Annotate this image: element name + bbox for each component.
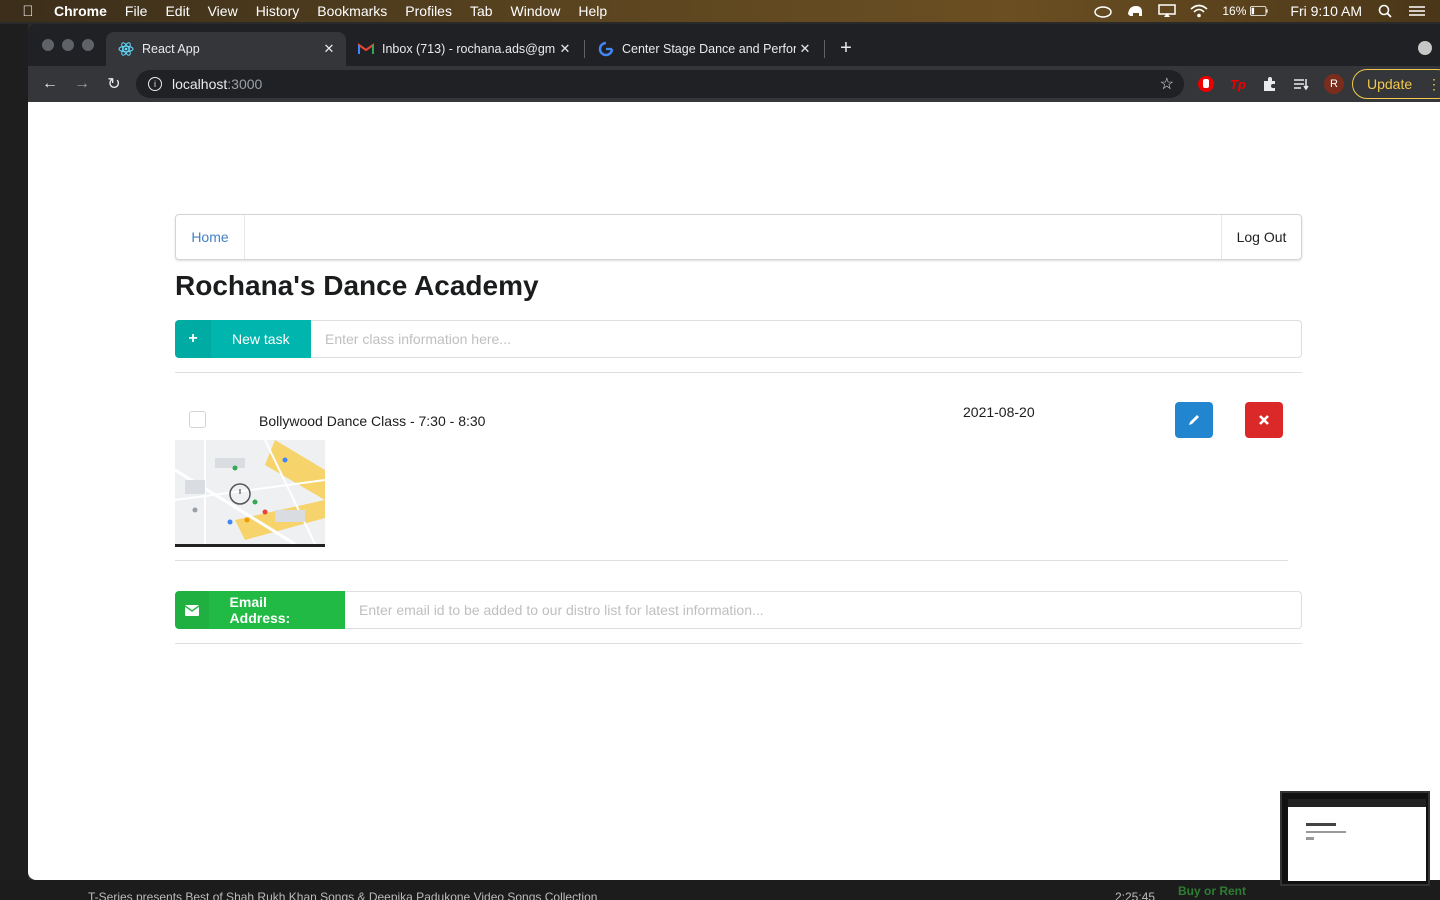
gmail-icon: [358, 41, 374, 57]
tab-close-icon[interactable]: ✕: [558, 41, 572, 56]
macos-menubar:  Chrome File Edit View History Bookmark…: [0, 0, 1440, 22]
menubar-clock[interactable]: Fri 9:10 AM: [1290, 3, 1362, 19]
profile-avatar[interactable]: R: [1324, 74, 1344, 94]
menu-bookmarks[interactable]: Bookmarks: [317, 3, 387, 19]
top-nav-menu: Home Log Out: [175, 214, 1302, 260]
airplay-icon[interactable]: [1158, 4, 1177, 18]
tab-strip: React App ✕ Inbox (713) - rochana.ads@gm…: [28, 24, 1440, 66]
tab-close-icon[interactable]: ✕: [322, 41, 336, 56]
react-icon: [118, 41, 134, 57]
update-label: Update: [1367, 76, 1413, 92]
nav-home-link[interactable]: Home: [176, 215, 245, 259]
divider: [175, 643, 1302, 644]
bookmark-star-icon[interactable]: ☆: [1160, 74, 1174, 94]
desktop-background-strip: T-Series presents Best of Shah Rukh Khan…: [0, 880, 1440, 900]
email-address-label: Email Address:: [229, 594, 291, 626]
delete-button[interactable]: [1245, 402, 1283, 438]
email-input-group: Email Address: Enter email id to be adde…: [175, 591, 1302, 629]
menu-profiles[interactable]: Profiles: [405, 3, 452, 19]
email-input[interactable]: Enter email id to be added to our distro…: [345, 591, 1302, 629]
chrome-update-button[interactable]: Update ⋮: [1352, 69, 1440, 99]
new-task-label: New task: [232, 331, 290, 347]
envelope-icon: [175, 591, 209, 629]
chrome-window: React App ✕ Inbox (713) - rochana.ads@gm…: [28, 24, 1440, 880]
menu-edit[interactable]: Edit: [165, 3, 189, 19]
task-date: 2021-08-20: [963, 404, 1035, 420]
spotlight-search-icon[interactable]: [1376, 4, 1394, 18]
menu-window[interactable]: Window: [511, 3, 561, 19]
new-task-button[interactable]: + New task: [175, 320, 311, 358]
screenshot-preview-thumbnail[interactable]: [1280, 791, 1430, 886]
tab-search-icon[interactable]: [1418, 41, 1432, 55]
divider: [175, 560, 1288, 561]
menu-app-name[interactable]: Chrome: [54, 3, 107, 19]
control-center-icon[interactable]: [1408, 4, 1426, 18]
video-title-text: T-Series presents Best of Shah Rukh Khan…: [88, 890, 598, 900]
class-info-input[interactable]: Enter class information here...: [311, 320, 1302, 358]
tab-center-stage[interactable]: Center Stage Dance and Perfor ✕: [586, 32, 822, 66]
wifi-icon[interactable]: [1190, 4, 1208, 18]
elephant-icon[interactable]: [1126, 4, 1144, 18]
adblock-hand-icon[interactable]: [1196, 74, 1216, 94]
address-bar[interactable]: i localhost:3000 ☆: [136, 70, 1184, 98]
reading-list-icon[interactable]: [1292, 74, 1312, 94]
menubar-tray: 16% Fri 9:10 AM: [1094, 0, 1440, 22]
tab-title: Center Stage Dance and Perfor: [622, 42, 796, 56]
divider: [175, 372, 1302, 373]
window-maximize-icon[interactable]: [82, 39, 94, 51]
back-arrow-icon[interactable]: ←: [40, 74, 60, 94]
tab-separator: [584, 40, 585, 58]
plus-icon: +: [175, 320, 211, 358]
google-icon: [598, 41, 614, 57]
map-thumbnail[interactable]: [175, 440, 325, 547]
new-task-input-group: + New task Enter class information here.…: [175, 320, 1302, 358]
url-text[interactable]: localhost:3000: [172, 76, 262, 92]
task-label: Bollywood Dance Class - 7:30 - 8:30: [259, 413, 486, 429]
battery-percent: 16%: [1222, 4, 1247, 18]
map-image: [175, 440, 325, 544]
desktop-background-left: [0, 24, 28, 880]
tab-close-icon[interactable]: ✕: [798, 41, 812, 56]
page-viewport: Home Log Out Rochana's Dance Academy + N…: [28, 102, 1440, 880]
menu-help[interactable]: Help: [578, 3, 607, 19]
tab-title: Inbox (713) - rochana.ads@gm: [382, 42, 556, 56]
tab-title: React App: [142, 42, 200, 56]
menu-tab[interactable]: Tab: [470, 3, 493, 19]
buy-or-rent-text: Buy or Rent: [1178, 884, 1247, 898]
window-minimize-icon[interactable]: [62, 39, 74, 51]
tab-gmail-inbox[interactable]: Inbox (713) - rochana.ads@gm ✕: [346, 32, 582, 66]
edit-button[interactable]: [1175, 402, 1213, 438]
apple-icon[interactable]: : [20, 3, 36, 20]
tp-extension-icon[interactable]: Tp: [1228, 74, 1248, 94]
close-x-icon: [1259, 415, 1269, 425]
reload-icon[interactable]: ↻: [104, 74, 124, 94]
forward-arrow-icon[interactable]: →: [72, 74, 92, 94]
tab-separator: [824, 40, 825, 58]
screenshot-preview-image: [1288, 799, 1426, 881]
creative-cloud-icon[interactable]: [1094, 4, 1113, 18]
tab-react-app[interactable]: React App ✕: [106, 32, 346, 66]
menu-file[interactable]: File: [125, 3, 148, 19]
site-info-icon[interactable]: i: [148, 77, 162, 91]
battery-icon[interactable]: [1250, 4, 1268, 18]
new-tab-plus-icon[interactable]: +: [836, 37, 856, 59]
more-vertical-icon[interactable]: ⋮: [1427, 76, 1440, 93]
page-title: Rochana's Dance Academy: [175, 270, 539, 301]
video-duration-text: 2:25:45: [1115, 890, 1156, 900]
menu-history[interactable]: History: [256, 3, 300, 19]
browser-toolbar: ← → ↻ i localhost:3000 ☆ Tp R Update ⋮: [28, 66, 1440, 102]
menu-view[interactable]: View: [208, 3, 238, 19]
logout-link[interactable]: Log Out: [1221, 215, 1301, 259]
window-close-icon[interactable]: [42, 39, 54, 51]
task-checkbox[interactable]: [189, 411, 206, 428]
pencil-icon: [1189, 415, 1199, 425]
email-address-button[interactable]: Email Address:: [175, 591, 345, 629]
extensions-puzzle-icon[interactable]: [1260, 74, 1280, 94]
